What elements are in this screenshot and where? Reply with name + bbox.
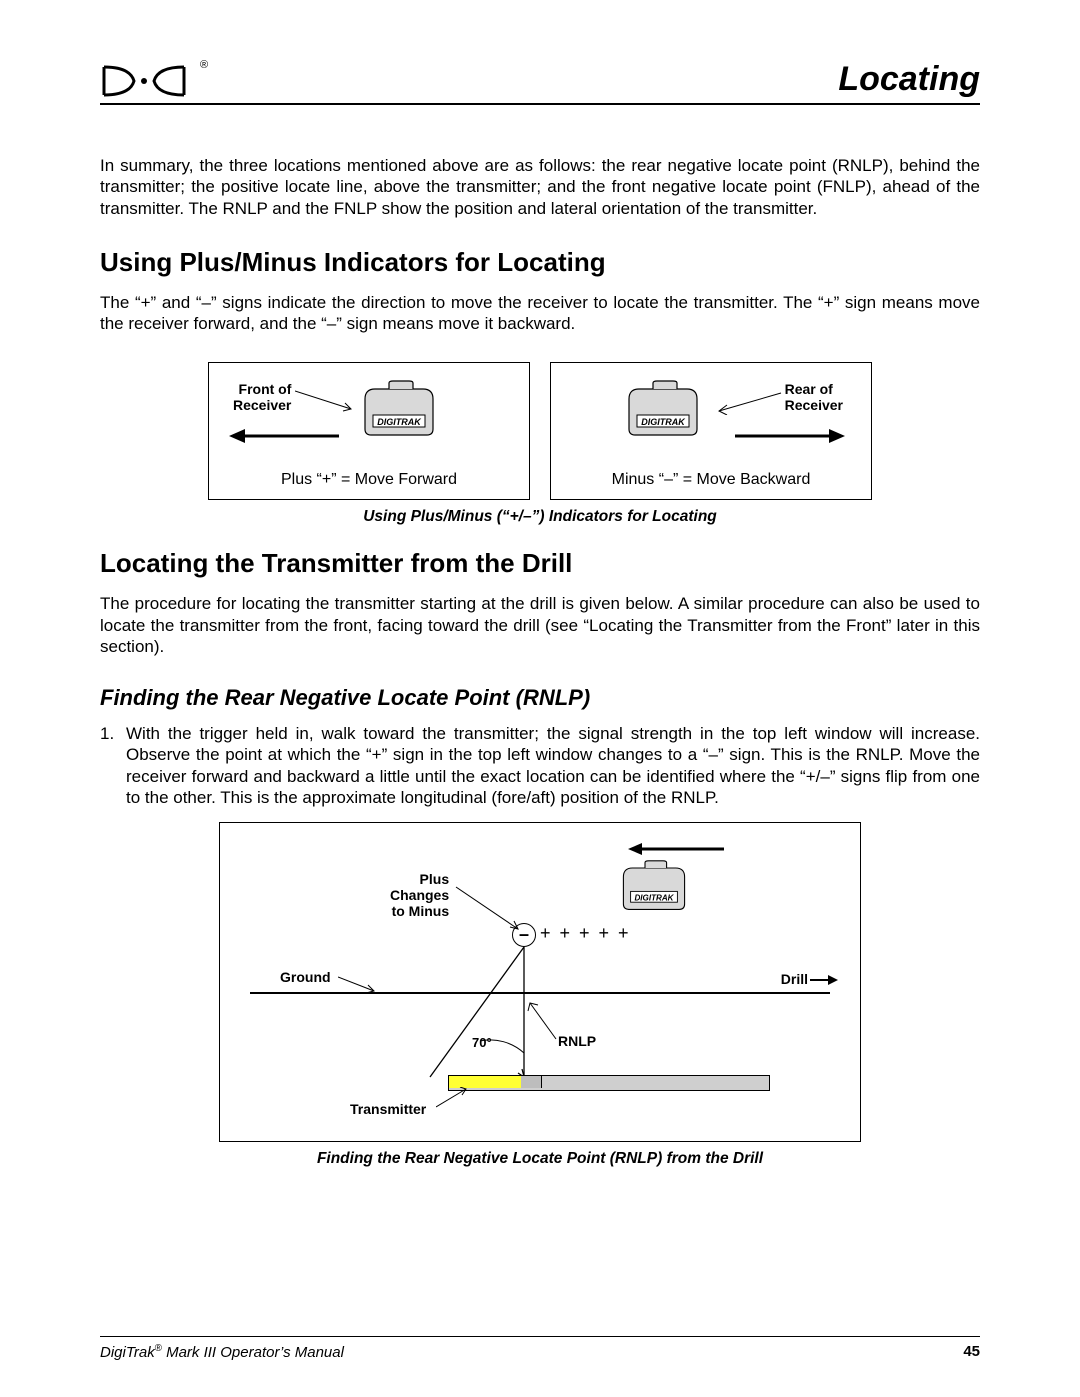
heading-plus-minus: Using Plus/Minus Indicators for Locating bbox=[100, 247, 980, 278]
footer-manual-title: DigiTrak® Mark III Operator’s Manual bbox=[100, 1343, 344, 1361]
step-number: 1. bbox=[100, 723, 126, 808]
label-front-receiver: Front of Receiver bbox=[233, 381, 291, 413]
plus-minus-paragraph: The “+” and “–” signs indicate the direc… bbox=[100, 292, 980, 335]
label-drill: Drill bbox=[781, 971, 808, 987]
plus-trail: + + + + + bbox=[540, 923, 631, 944]
summary-paragraph: In summary, the three locations mentione… bbox=[100, 155, 980, 219]
step-1: 1. With the trigger held in, walk toward… bbox=[100, 723, 980, 808]
svg-text:DIGITRAK: DIGITRAK bbox=[641, 417, 686, 427]
figure-rnlp: DIGITRAK Plus Changes to Minus – + + + +… bbox=[219, 822, 861, 1142]
arrow-right-icon bbox=[733, 425, 845, 447]
pointer-line-icon bbox=[295, 387, 355, 417]
arrow-right-icon bbox=[810, 973, 838, 987]
label-transmitter: Transmitter bbox=[350, 1101, 426, 1117]
page-header: ® Locating bbox=[100, 60, 980, 105]
step-text: With the trigger held in, walk toward th… bbox=[126, 723, 980, 808]
registered-mark: ® bbox=[200, 59, 208, 71]
label-angle: 70° bbox=[472, 1035, 492, 1050]
panel-move-backward: Rear of Receiver DIGITRAK Minus “–” = Mo… bbox=[550, 362, 872, 500]
minus-indicator: – bbox=[512, 923, 536, 947]
svg-text:DIGITRAK: DIGITRAK bbox=[634, 893, 674, 902]
page-footer: DigiTrak® Mark III Operator’s Manual 45 bbox=[100, 1336, 980, 1361]
pointer-line-icon bbox=[436, 1087, 472, 1109]
pointer-line-icon bbox=[713, 391, 783, 415]
label-rear-receiver: Rear of Receiver bbox=[785, 381, 843, 413]
receiver-device-icon: DIGITRAK bbox=[623, 379, 703, 433]
drill-pipe bbox=[448, 1075, 770, 1091]
arrow-left-icon bbox=[628, 839, 728, 859]
dci-logo: ® bbox=[100, 63, 208, 99]
arrow-left-icon bbox=[229, 425, 341, 447]
plus-minus-panels: Front of Receiver DIGITRAK Plus “+” = M bbox=[100, 362, 980, 500]
panel-move-forward: Front of Receiver DIGITRAK Plus “+” = M bbox=[208, 362, 530, 500]
heading-rnlp: Finding the Rear Negative Locate Point (… bbox=[100, 685, 980, 711]
label-rnlp: RNLP bbox=[558, 1033, 596, 1049]
footer-page-number: 45 bbox=[963, 1343, 980, 1361]
figure1-caption: Using Plus/Minus (“+/–”) Indicators for … bbox=[100, 508, 980, 526]
heading-locating-transmitter: Locating the Transmitter from the Drill bbox=[100, 548, 980, 579]
caption-move-forward: Plus “+” = Move Forward bbox=[209, 471, 529, 489]
receiver-device-icon: DIGITRAK bbox=[359, 379, 439, 433]
figure2-caption: Finding the Rear Negative Locate Point (… bbox=[100, 1150, 980, 1168]
pointer-line-icon bbox=[526, 999, 560, 1043]
label-plus-changes: Plus Changes to Minus bbox=[390, 871, 449, 919]
pointer-line-icon bbox=[454, 885, 524, 933]
caption-move-backward: Minus “–” = Move Backward bbox=[551, 471, 871, 489]
label-ground: Ground bbox=[280, 969, 331, 985]
digitrak-label: DIGITRAK bbox=[377, 417, 422, 427]
section-title: Locating bbox=[838, 60, 980, 99]
receiver-device-icon: DIGITRAK bbox=[618, 859, 690, 913]
locating-paragraph: The procedure for locating the transmitt… bbox=[100, 593, 980, 657]
